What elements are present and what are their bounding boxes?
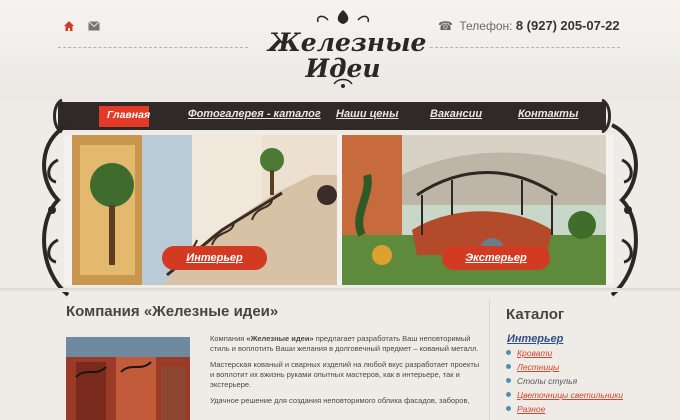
catalog-item[interactable]: Кровати <box>506 348 623 362</box>
page-title: Компания «Железные идеи» <box>66 303 279 320</box>
nav-item-home[interactable]: Главная <box>99 106 151 127</box>
phone-block: ☎ Телефон: 8 (927) 205-07-22 <box>438 18 620 33</box>
bullet-icon <box>506 392 511 397</box>
home-icon[interactable] <box>63 20 75 32</box>
bullet-icon <box>506 378 511 383</box>
catalog-section-interior[interactable]: Интерьер <box>507 333 563 345</box>
catalog-item[interactable]: Цветочницы светильники <box>506 390 623 404</box>
catalog-list: Кровати Лестницы Столы стулья Цветочницы… <box>506 348 623 418</box>
catalog-item-label: Кровати <box>517 348 553 358</box>
catalog-title: Каталог <box>506 306 565 323</box>
catalog-item-label: Столы стулья <box>517 376 578 386</box>
catalog-item[interactable]: Столы стулья <box>506 376 623 390</box>
decorative-divider <box>430 47 620 49</box>
exterior-button[interactable]: Экстерьер <box>442 246 550 270</box>
company-photo <box>66 337 190 420</box>
nav-item-vacancies[interactable]: Вакансии <box>430 108 482 120</box>
logo-line-2: Идеи <box>305 54 381 83</box>
paragraph-2: Мастерская кованый и сварных изделий на … <box>210 360 480 389</box>
section-divider <box>0 288 680 292</box>
mail-icon[interactable] <box>88 21 100 31</box>
logo-line-1: Железные <box>268 28 427 57</box>
nav-item-gallery[interactable]: Фотогалерея - каталог <box>188 108 321 120</box>
catalog-item-label: Лестницы <box>517 362 560 372</box>
company-description: Компания «Железные идеи» предлагает разр… <box>210 334 480 412</box>
nav-item-contacts[interactable]: Контакты <box>518 108 578 120</box>
main-navigation: Главная Фотогалерея - каталог Наши цены … <box>58 102 606 130</box>
catalog-item-label: Разное <box>517 404 546 414</box>
logo-text: Железные Идеи <box>268 8 427 83</box>
bullet-icon <box>506 406 511 411</box>
catalog-item[interactable]: Разное <box>506 404 623 418</box>
phone-number: 205-07-22 <box>560 18 620 33</box>
paragraph-3: Удачное решение для создания неповторимо… <box>210 396 470 405</box>
paragraph-1: Компания «Железные идеи» предлагает разр… <box>210 334 480 354</box>
catalog-item-label: Цветочницы светильники <box>517 390 624 400</box>
site-logo[interactable]: Железные Идеи <box>268 8 427 90</box>
nav-item-prices[interactable]: Наши цены <box>336 108 398 120</box>
decorative-divider <box>58 47 248 49</box>
hero-banner: Интерьер Экстерьер <box>64 135 614 285</box>
catalog-item[interactable]: Лестницы <box>506 362 623 376</box>
interior-photo[interactable]: Интерьер <box>72 135 337 285</box>
phone-label: Телефон: <box>459 19 513 33</box>
bullet-icon <box>506 350 511 355</box>
exterior-photo[interactable]: Экстерьер <box>342 135 606 285</box>
bullet-icon <box>506 364 511 369</box>
building-image <box>66 337 190 420</box>
column-divider <box>489 300 490 420</box>
para1-bold: «Железные идеи» <box>246 334 314 343</box>
phone-prefix: 8 (927) <box>515 18 558 33</box>
para1-prefix: Компания <box>210 334 247 343</box>
phone-icon: ☎ <box>438 19 453 33</box>
nav-item-label: Главная <box>107 109 151 121</box>
interior-button[interactable]: Интерьер <box>162 246 267 270</box>
